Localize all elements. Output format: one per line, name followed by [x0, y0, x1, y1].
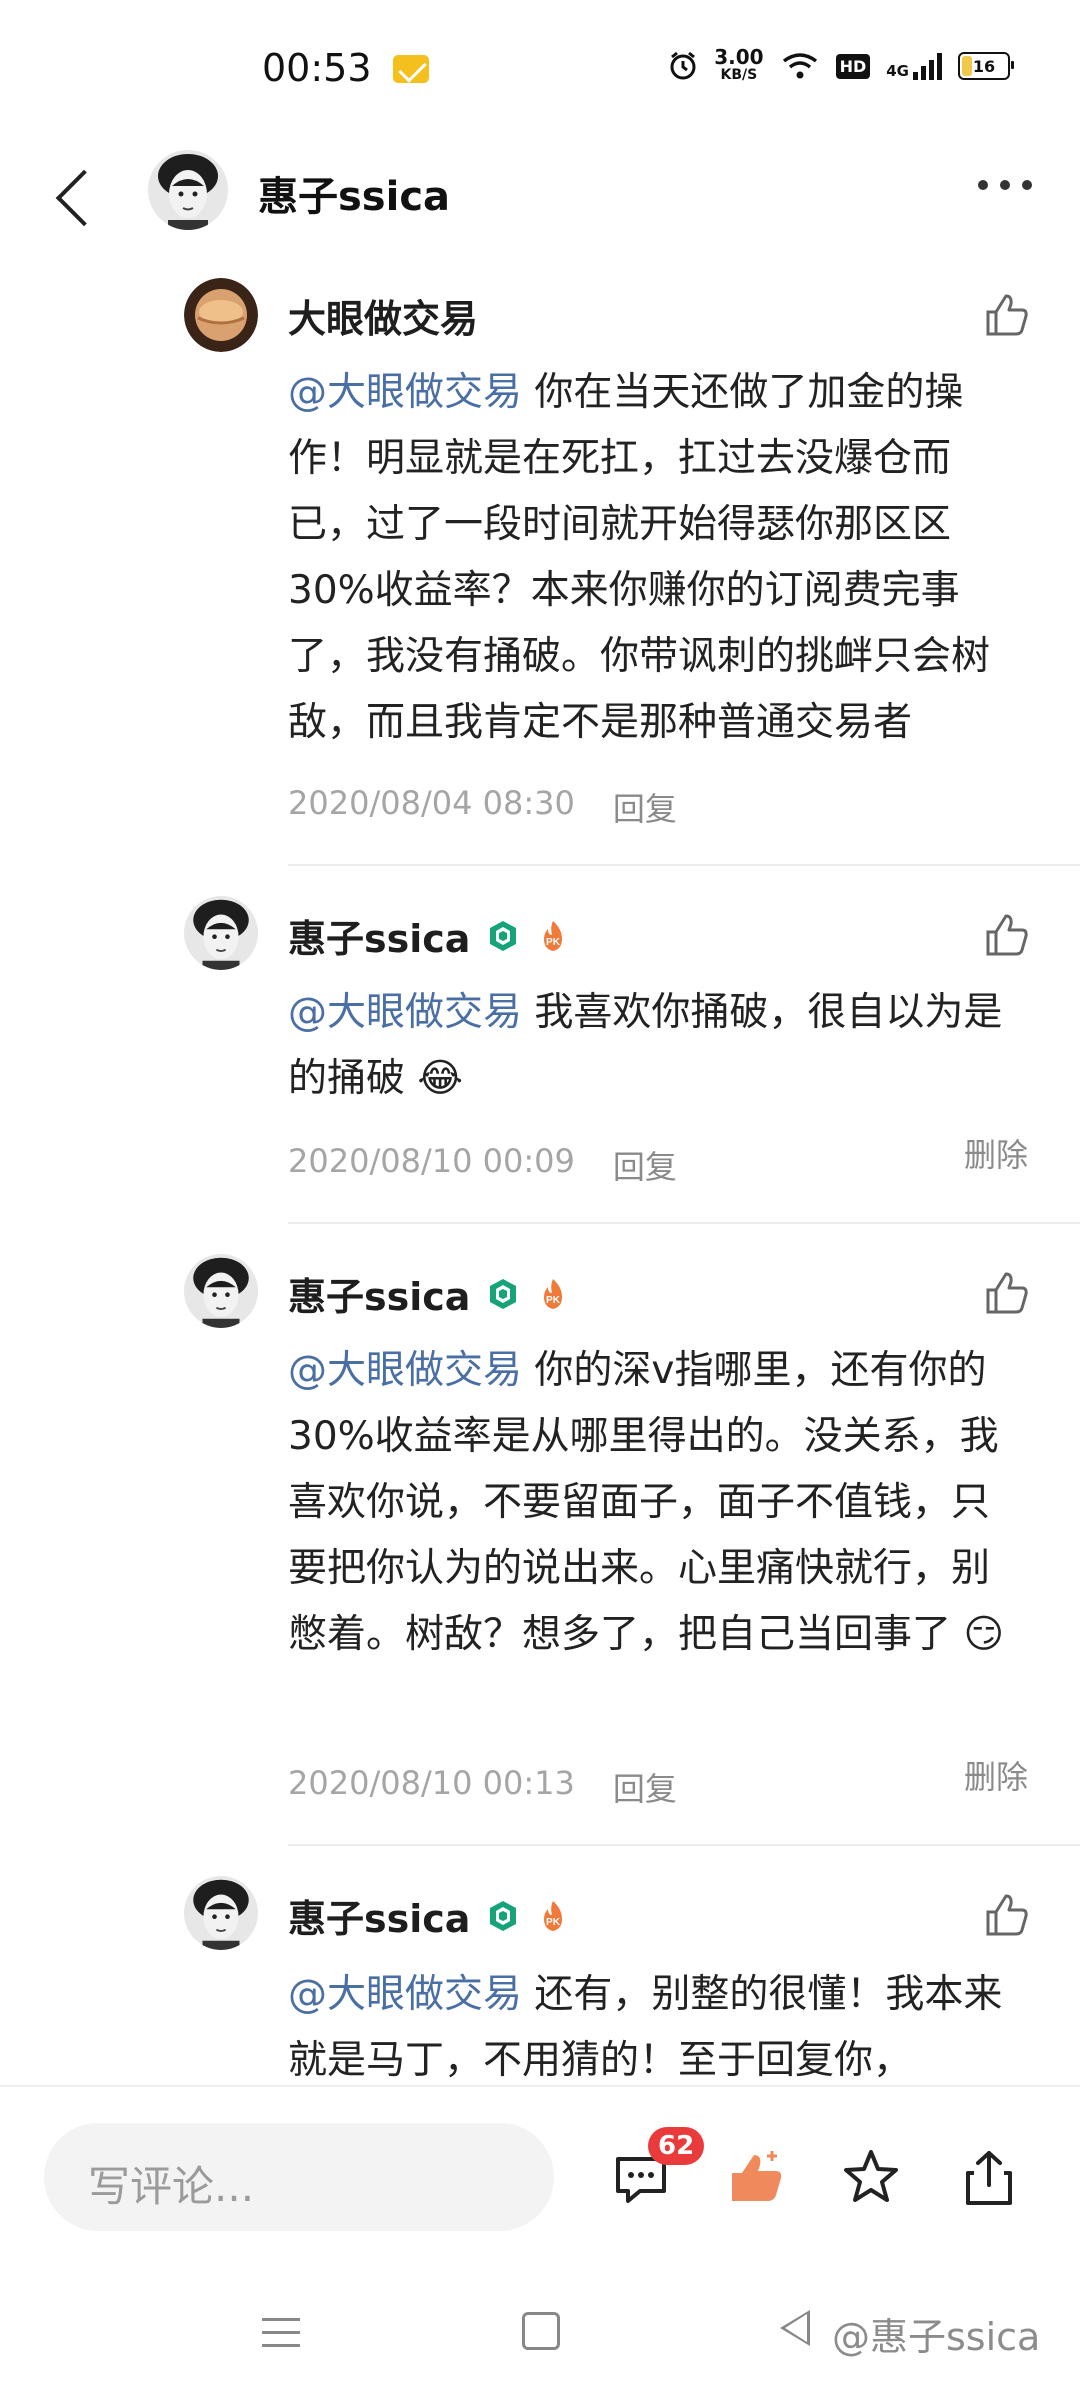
like-icon[interactable]: [726, 2147, 788, 2209]
comment-author[interactable]: 惠子ssica PK: [288, 1888, 570, 1943]
comment-count-badge: 62: [648, 2127, 705, 2165]
level-badge-icon: [490, 1900, 517, 1931]
author-name[interactable]: 惠子ssica: [288, 1888, 470, 1943]
share-icon[interactable]: [958, 2147, 1020, 2209]
avatar[interactable]: [184, 1876, 258, 1950]
thumbs-up-icon[interactable]: [982, 1890, 1032, 1940]
pk-badge-icon: PK: [544, 1900, 563, 1931]
list-item: 惠子ssica PK @大眼做交易 还有，别整的很懂！我本来就是马丁，不用猜的！…: [0, 0, 1080, 2085]
watermark: @惠子ssica: [832, 2315, 1041, 2359]
comment-text: @大眼做交易 还有，别整的很懂！我本来就是马丁，不用猜的！至于回复你，: [288, 1962, 1008, 2085]
star-icon[interactable]: [840, 2147, 902, 2209]
comment-input[interactable]: 写评论...: [44, 2123, 554, 2231]
bottom-action-bar: 写评论... 62: [0, 2085, 1080, 2231]
home-icon[interactable]: [522, 2312, 560, 2350]
menu-icon[interactable]: [262, 2318, 300, 2357]
nav-back-icon[interactable]: [780, 2310, 810, 2346]
mention-link[interactable]: @大眼做交易: [288, 1972, 522, 2017]
comment-input-placeholder: 写评论...: [88, 2162, 255, 2211]
svg-text:PK: PK: [546, 1917, 561, 1928]
system-nav-bar: @惠子ssica: [0, 2260, 1080, 2400]
